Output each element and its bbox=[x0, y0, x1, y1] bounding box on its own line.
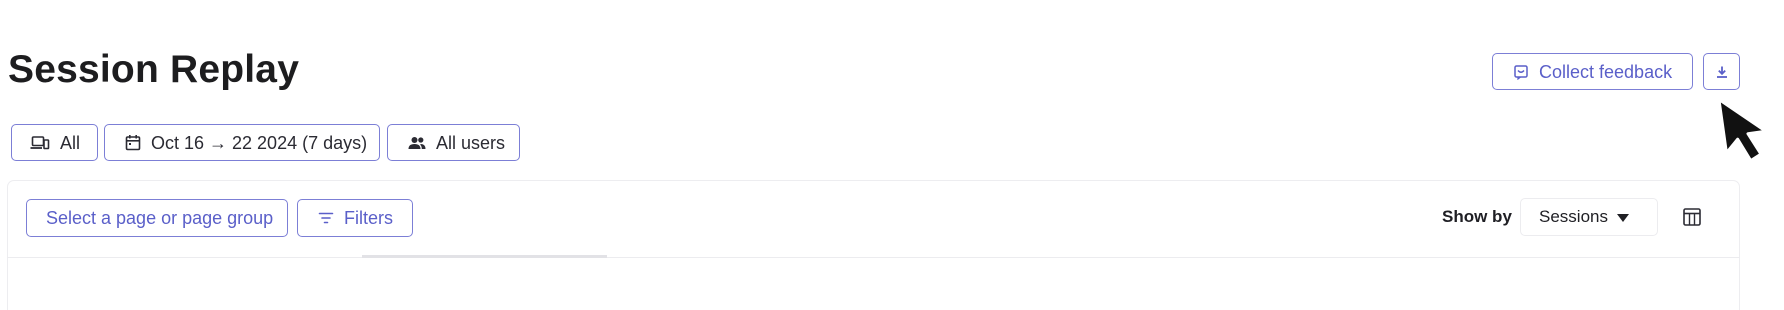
table-columns-icon[interactable] bbox=[1681, 206, 1703, 228]
filters-button[interactable]: Filters bbox=[297, 199, 413, 237]
page-title: Session Replay bbox=[8, 48, 300, 91]
filter-lines-icon bbox=[318, 211, 334, 225]
calendar-icon bbox=[125, 134, 141, 151]
collect-feedback-label: Collect feedback bbox=[1539, 61, 1673, 82]
device-filter-label: All bbox=[60, 132, 81, 153]
download-icon bbox=[1715, 65, 1729, 79]
panel-divider bbox=[7, 257, 1740, 258]
tab-indicator bbox=[362, 255, 607, 258]
users-icon bbox=[408, 136, 426, 150]
date-range-button[interactable]: Oct 16 → 22 2024 (7 days) bbox=[104, 124, 380, 161]
device-filter-button[interactable]: All bbox=[11, 124, 98, 161]
filters-label: Filters bbox=[344, 208, 393, 228]
show-by-value: Sessions bbox=[1539, 207, 1608, 226]
page-group-select[interactable]: Select a page or page group bbox=[26, 199, 288, 237]
users-filter-label: All users bbox=[436, 132, 506, 153]
users-filter-button[interactable]: All users bbox=[387, 124, 520, 161]
devices-icon bbox=[30, 135, 50, 151]
page-group-select-label: Select a page or page group bbox=[46, 208, 274, 228]
mouse-cursor-icon bbox=[1717, 92, 1776, 174]
date-range-label: Oct 16 → 22 2024 (7 days) bbox=[151, 132, 368, 153]
caret-down-icon bbox=[1617, 214, 1629, 222]
show-by-label: Show by bbox=[1442, 207, 1512, 226]
download-button[interactable] bbox=[1703, 53, 1740, 90]
feedback-icon bbox=[1513, 64, 1529, 80]
collect-feedback-button[interactable]: Collect feedback bbox=[1492, 53, 1693, 90]
show-by-select[interactable]: Sessions bbox=[1520, 198, 1658, 236]
